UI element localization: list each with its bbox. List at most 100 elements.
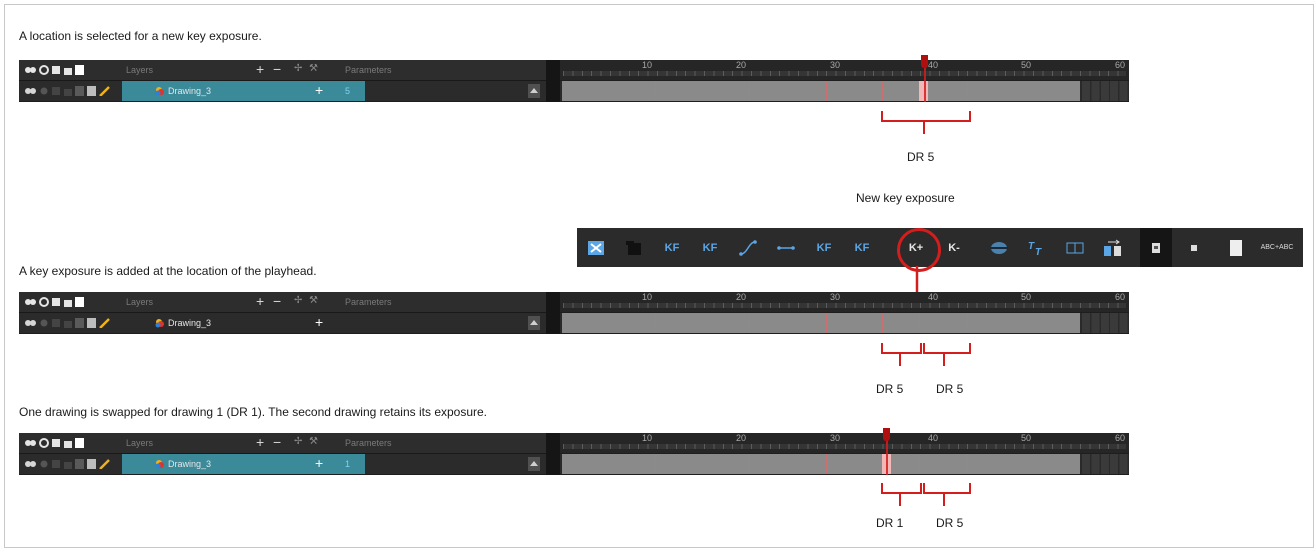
parameters-header-label: Parameters [345,297,392,307]
layer-toggle-icons[interactable] [25,65,85,75]
tick-label: 10 [642,292,653,302]
parameter-value: 1 [345,459,351,469]
layer-name-cell[interactable]: Drawing_3 + [122,454,365,474]
curve-icon[interactable] [732,228,764,267]
layers-header-label: Layers [126,297,154,307]
exposure-boundary [655,313,656,333]
exposure-boundary [1043,313,1044,333]
fill-exposure-icon[interactable] [1097,228,1129,267]
scroll-up-arrow[interactable] [528,84,540,98]
exposure-cells[interactable] [560,313,1129,333]
drawing-layer-icon [155,87,164,96]
caption-first: A location is selected for a new key exp… [19,29,262,43]
bracket [923,483,971,494]
splitter[interactable] [546,292,560,334]
exposure-block [562,81,1080,101]
layer-row[interactable]: Drawing_3 + [19,313,546,333]
add-drawing-icon[interactable]: ⚒ [309,63,318,74]
layer-name: Drawing_3 [168,318,212,328]
view-small-icon[interactable] [1140,228,1172,267]
add-drawing-icon[interactable]: ⚒ [309,436,318,447]
layer-header: Layers + − ✢ ⚒ Parameters [19,60,546,81]
empty-cells [1082,454,1129,474]
layer-add-button[interactable]: + [315,455,323,471]
splitter[interactable] [546,433,560,475]
layer-row[interactable]: Drawing_3 + 1 [19,454,546,474]
expand-icon[interactable] [1059,228,1091,267]
layer-name: Drawing_3 [168,86,212,96]
exposure-cells[interactable] [560,454,1129,474]
bracket [881,483,922,494]
exposure-block [562,454,1080,474]
onion-skin-icon[interactable] [983,228,1015,267]
playhead-handle[interactable] [883,428,890,441]
parameters-header-label: Parameters [345,65,392,75]
rename-icon[interactable]: ABC+ABC [1261,228,1294,267]
remove-layer-button[interactable]: − [273,293,281,309]
bracket-stem [899,494,901,506]
exposure-swap-icon[interactable] [580,228,612,267]
remove-key-exposure-icon[interactable]: K- [938,228,970,267]
remove-layer-button[interactable]: − [273,434,281,450]
view-medium-icon[interactable] [1178,228,1210,267]
timeline-panel-1: Layers + − ✢ ⚒ Parameters Drawing_3 + 5 … [19,55,1129,102]
timeline-panel-3: Layers + − ✢ ⚒ Parameters Drawing_3 + 1 … [19,428,1129,475]
tick-label: 20 [736,433,747,443]
clear-exposure-icon[interactable] [618,228,650,267]
remove-layer-button[interactable]: − [273,61,281,77]
drawing-label: DR 5 [936,382,964,396]
layer-header: Layers + − ✢ ⚒ Parameters [19,292,546,313]
layer-add-button[interactable]: + [315,314,323,330]
add-layer-button[interactable]: + [256,434,264,450]
bracket-stem [943,354,945,366]
stagger-icon[interactable]: TT [1021,228,1053,267]
drawing-layer-icon [155,319,164,328]
layer-name-cell[interactable]: Drawing_3 + [122,313,365,333]
drawing-label: DR 5 [907,150,935,164]
tick-label: 40 [928,292,939,302]
playhead-handle[interactable] [921,55,928,68]
row-toggle-icons[interactable] [25,459,115,469]
frame-ruler[interactable]: 10 20 30 40 50 60 [560,433,1129,453]
exposure-boundary [882,81,883,101]
add-peg-icon[interactable]: ✢ [294,63,302,74]
exposure-boundary [826,454,827,474]
drawing-label: DR 5 [936,516,964,530]
layer-toggle-icons[interactable] [25,438,85,448]
layer-toggle-icons[interactable] [25,297,85,307]
tick-label: 50 [1021,292,1032,302]
tick-label: 50 [1021,60,1032,70]
scroll-up-arrow[interactable] [528,316,540,330]
bracket [881,111,971,122]
ruler-ticks [563,71,1126,76]
exposure-block [562,313,1080,333]
previous-keyframe-icon[interactable]: KF [808,228,840,267]
layer-add-button[interactable]: + [315,82,323,98]
frame-ruler[interactable]: 10 20 30 40 50 60 [560,60,1129,80]
add-peg-icon[interactable]: ✢ [294,436,302,447]
new-key-exposure-label: New key exposure [856,191,955,205]
add-layer-button[interactable]: + [256,61,264,77]
add-layer-button[interactable]: + [256,293,264,309]
ruler-ticks [563,303,1126,308]
row-toggle-icons[interactable] [25,86,115,96]
caption-third: One drawing is swapped for drawing 1 (DR… [19,405,488,419]
frame-ruler[interactable]: 10 20 30 40 50 60 [560,292,1129,312]
tick-label: 20 [736,292,747,302]
empty-cells [1082,81,1129,101]
remove-keyframe-icon[interactable]: KF [694,228,726,267]
constant-segment-icon[interactable] [770,228,802,267]
add-peg-icon[interactable]: ✢ [294,295,302,306]
splitter[interactable] [546,60,560,102]
layer-name-cell[interactable]: Drawing_3 + [122,81,365,101]
add-keyframe-icon[interactable]: KF [656,228,688,267]
layer-row[interactable]: Drawing_3 + 5 [19,81,546,101]
layer-header: Layers + − ✢ ⚒ Parameters [19,433,546,454]
row-toggle-icons[interactable] [25,318,115,328]
add-drawing-icon[interactable]: ⚒ [309,295,318,306]
drawing-layer-icon [155,460,164,469]
view-large-icon[interactable] [1220,228,1252,267]
exposure-cells[interactable] [560,81,1129,101]
next-keyframe-icon[interactable]: KF [846,228,878,267]
scroll-up-arrow[interactable] [528,457,540,471]
